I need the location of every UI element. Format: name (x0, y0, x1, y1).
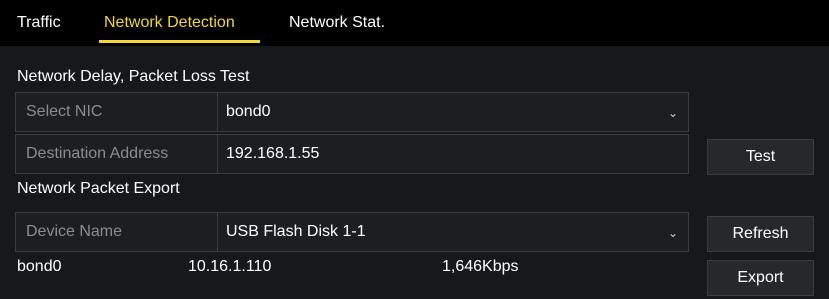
device-name-row: Device Name USB Flash Disk 1-1 ⌄ (15, 212, 689, 252)
active-tab-indicator (99, 40, 260, 43)
chevron-down-icon: ⌄ (667, 226, 678, 240)
tab-bar: Traffic Network Detection Network Stat. (0, 0, 829, 46)
device-name-label: Device Name (16, 213, 218, 251)
select-nic-value: bond0 (226, 103, 271, 120)
refresh-button[interactable]: Refresh (707, 216, 814, 252)
delay-test-title: Network Delay, Packet Loss Test (17, 68, 250, 85)
status-rate: 1,646Kbps (442, 258, 519, 275)
tab-traffic[interactable]: Traffic (17, 13, 61, 33)
export-button[interactable]: Export (707, 260, 814, 296)
test-button[interactable]: Test (707, 139, 814, 175)
device-name-value: USB Flash Disk 1-1 (226, 223, 366, 240)
destination-address-row: Destination Address 192.168.1.55 (15, 134, 689, 174)
device-name-dropdown[interactable]: USB Flash Disk 1-1 ⌄ (218, 213, 688, 251)
packet-export-title: Network Packet Export (17, 180, 180, 197)
tab-network-detection[interactable]: Network Detection (104, 13, 235, 33)
destination-address-label: Destination Address (16, 135, 218, 173)
tab-network-stat[interactable]: Network Stat. (289, 13, 385, 33)
status-ip-address: 10.16.1.110 (188, 258, 272, 275)
select-nic-dropdown[interactable]: bond0 ⌄ (218, 93, 688, 131)
status-interface: bond0 (17, 258, 62, 275)
select-nic-label: Select NIC (16, 93, 218, 131)
select-nic-row: Select NIC bond0 ⌄ (15, 92, 689, 132)
chevron-down-icon: ⌄ (667, 106, 678, 120)
destination-address-field[interactable]: 192.168.1.55 (218, 135, 688, 173)
